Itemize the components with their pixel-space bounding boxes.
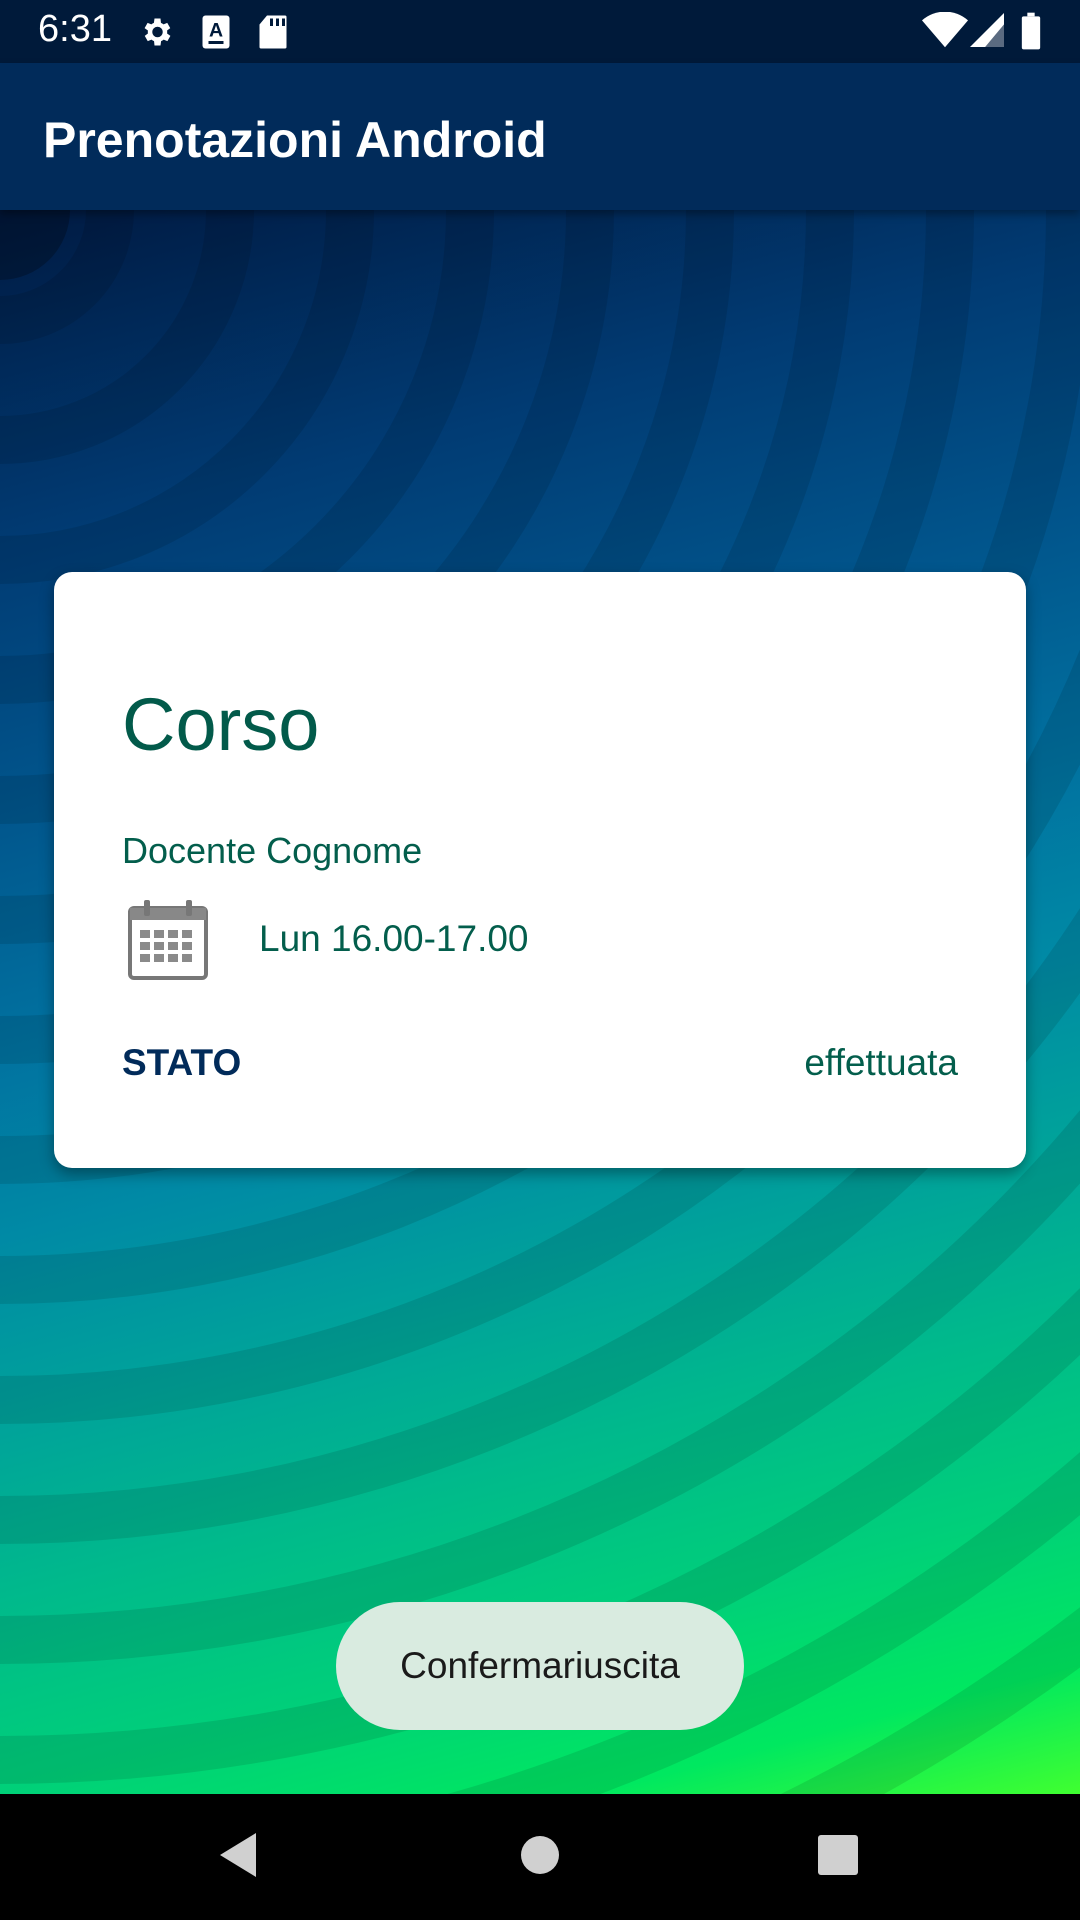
svg-text:A: A xyxy=(209,20,223,42)
app-title: Prenotazioni Android xyxy=(43,112,547,168)
sd-card-icon xyxy=(258,14,288,55)
status-value: effettuata xyxy=(804,1042,958,1083)
battery-icon xyxy=(1020,12,1042,55)
back-icon xyxy=(216,1831,260,1884)
confirm-button[interactable]: Confermariuscita xyxy=(336,1602,744,1730)
calendar-icon xyxy=(126,898,210,982)
home-icon xyxy=(520,1835,560,1880)
status-bar: 6:31 A xyxy=(0,0,1080,63)
app-bar: Prenotazioni Android xyxy=(0,63,1080,210)
gear-icon xyxy=(138,14,174,55)
schedule-time: Lun 16.00-17.00 xyxy=(259,918,529,959)
status-label: STATO xyxy=(122,1042,242,1083)
nav-bar xyxy=(0,1794,1080,1920)
course-title: Corso xyxy=(122,683,320,766)
wifi-icon xyxy=(922,11,968,53)
font-a-icon: A xyxy=(200,14,232,55)
back-button[interactable] xyxy=(178,1794,298,1920)
recents-icon xyxy=(817,1834,859,1881)
recents-button[interactable] xyxy=(778,1794,898,1920)
cell-signal-icon xyxy=(970,12,1004,53)
booking-card[interactable]: Corso Docente Cognome Lun 16.00-17.00 ST… xyxy=(54,572,1026,1168)
teacher-name: Docente Cognome xyxy=(122,830,423,871)
screen: 6:31 A Prenotazioni Android Corso Docent… xyxy=(0,0,1080,1920)
home-button[interactable] xyxy=(480,1794,600,1920)
status-time: 6:31 xyxy=(38,8,112,50)
